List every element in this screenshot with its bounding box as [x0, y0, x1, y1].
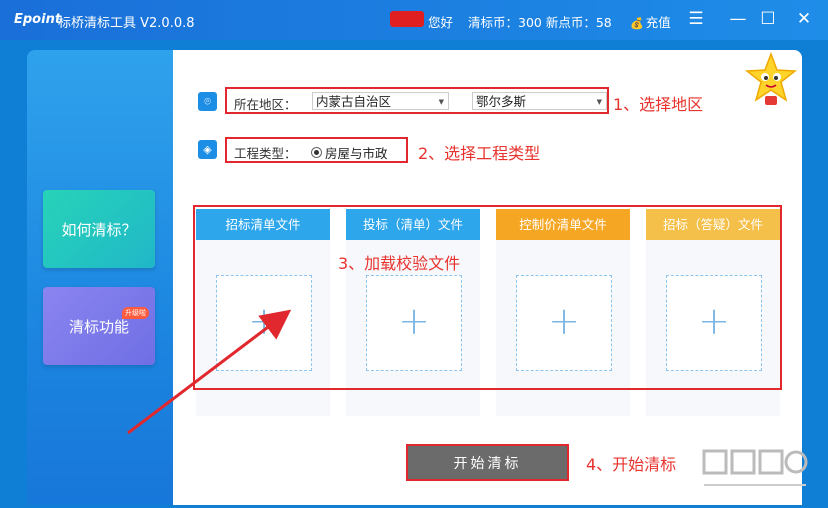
- city-value: 鄂尔多斯: [476, 94, 527, 109]
- how-to-button[interactable]: 如何清标？: [43, 190, 155, 268]
- how-to-label: 如何清标？: [61, 220, 137, 239]
- region-label: 所在地区：: [234, 97, 297, 112]
- type-option-label: 房屋与市政: [325, 146, 388, 161]
- city-select[interactable]: 鄂尔多斯 ▼: [472, 92, 607, 110]
- recharge-label: 充值: [645, 15, 671, 30]
- menu-icon[interactable]: ☰: [682, 6, 710, 32]
- layers-icon: ◈: [198, 140, 217, 159]
- close-icon[interactable]: ✕: [790, 6, 818, 32]
- coin-bag-icon: 💰: [630, 17, 644, 30]
- recharge-button[interactable]: 💰 充值: [630, 12, 671, 31]
- province-select[interactable]: 内蒙古自治区 ▼: [312, 92, 449, 110]
- radio-selected-icon: [311, 147, 322, 158]
- type-label: 工程类型：: [234, 146, 297, 161]
- chevron-down-icon: ▼: [438, 98, 444, 106]
- province-value: 内蒙古自治区: [316, 94, 392, 109]
- redacted-username: [390, 11, 424, 27]
- type-radio-house-municipal[interactable]: 房屋与市政: [311, 143, 388, 162]
- annotation-step3: 3、加载校验文件: [338, 254, 461, 273]
- annotation-step2: 2、选择工程类型: [418, 144, 541, 163]
- annotation-step1: 1、选择地区: [613, 95, 704, 114]
- coin-balance: 清标币：300 新点币：58: [468, 15, 612, 30]
- arrow-annotation: [127, 309, 292, 435]
- start-clean-button[interactable]: 开始清标: [406, 444, 569, 481]
- site-watermark-logo: [702, 449, 808, 486]
- annotation-step4: 4、开始清标: [586, 455, 677, 474]
- mascot-icon: [745, 52, 797, 105]
- location-icon: ⌾: [198, 92, 217, 111]
- minimize-icon[interactable]: —: [724, 6, 752, 32]
- app-title: 标桥清标工具 V2.0.0.8: [58, 16, 195, 31]
- app-logo: Epoint: [14, 12, 62, 27]
- chevron-down-icon: ▼: [596, 98, 602, 106]
- title-bar: Epoint 标桥清标工具 V2.0.0.8 您好 清标币：300 新点币：58…: [0, 0, 828, 40]
- greeting-text: 您好: [428, 15, 454, 30]
- maximize-icon[interactable]: ☐: [754, 6, 782, 32]
